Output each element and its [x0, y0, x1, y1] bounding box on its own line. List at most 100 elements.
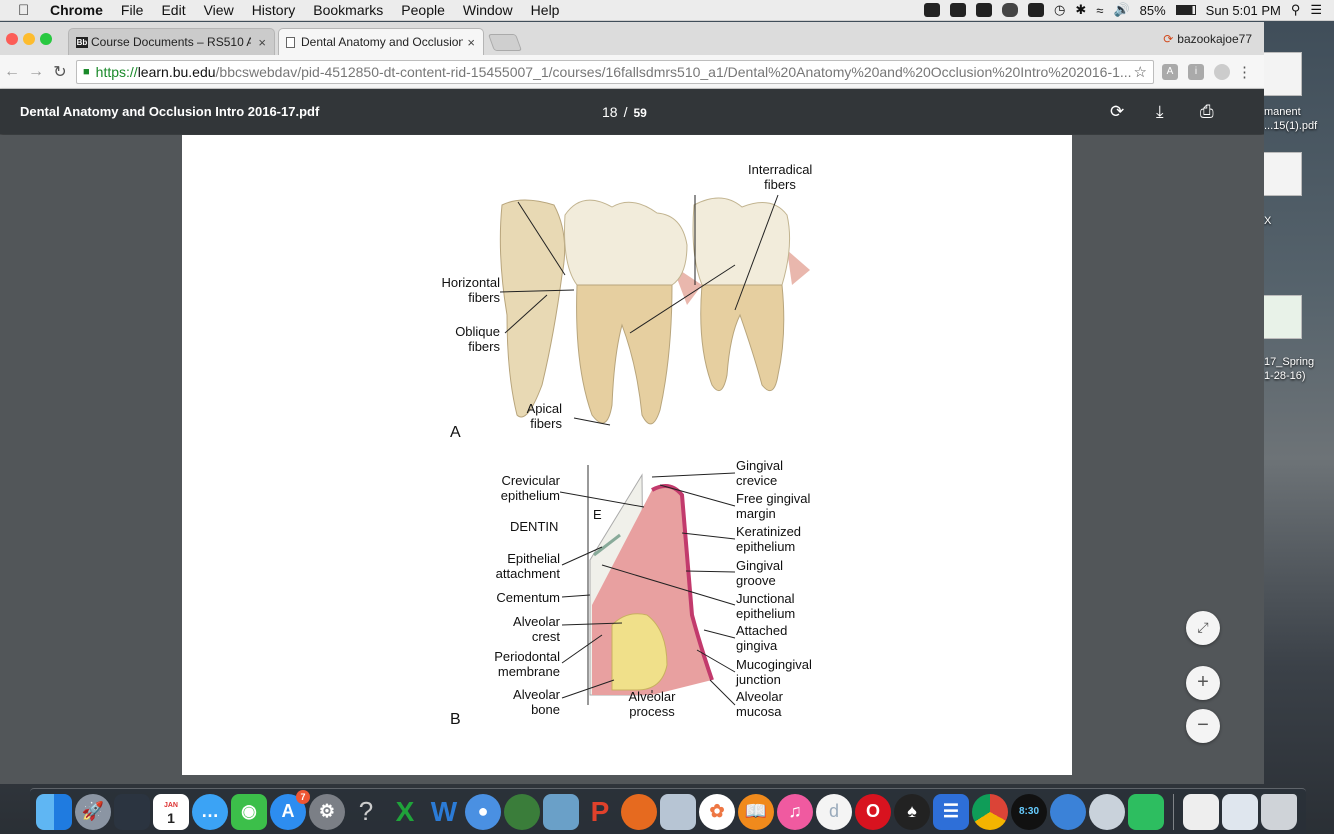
- zoom-out-button[interactable]: −: [1186, 709, 1220, 743]
- network-icon[interactable]: [504, 793, 540, 830]
- close-window-button[interactable]: [6, 33, 18, 45]
- close-tab-icon[interactable]: ×: [258, 35, 266, 50]
- image-capture-icon[interactable]: [660, 793, 696, 830]
- page-indicator: 18 / 59: [602, 104, 647, 120]
- clock-widget-icon[interactable]: 8:30: [1011, 793, 1047, 830]
- menu-file[interactable]: File: [121, 2, 144, 18]
- contacts-icon[interactable]: ●: [465, 793, 501, 830]
- new-tab-button[interactable]: [487, 34, 523, 51]
- pdf-page: Interradical fibers Horizontal fibers Ob…: [182, 135, 1072, 775]
- print-icon[interactable]: ⎙: [1200, 102, 1214, 122]
- notification-center-icon[interactable]: ☰: [1310, 2, 1322, 18]
- time-machine-icon[interactable]: ◷: [1054, 2, 1065, 18]
- chrome-icon[interactable]: [972, 793, 1008, 830]
- powerpoint-icon[interactable]: P: [582, 794, 618, 830]
- bluetooth-icon[interactable]: ✱: [1075, 2, 1086, 18]
- label-mucogingival-junction: Mucogingival junction: [736, 657, 812, 687]
- label-line: Alveolar: [736, 689, 783, 704]
- documents-stack-icon[interactable]: [1183, 793, 1219, 830]
- desktop-file-icon[interactable]: [1262, 52, 1302, 96]
- download-icon[interactable]: ⤓: [1156, 102, 1164, 122]
- profile-button[interactable]: ⟳ bazookajoe77: [1163, 32, 1252, 46]
- menu-app-name[interactable]: Chrome: [50, 2, 103, 18]
- extension-icon[interactable]: A: [1162, 64, 1178, 80]
- launchpad-icon[interactable]: 🚀: [75, 793, 111, 830]
- ibooks-icon[interactable]: 📖: [738, 793, 774, 830]
- evernote-status-icon[interactable]: [924, 3, 941, 17]
- preview-icon[interactable]: [543, 793, 579, 830]
- excel-icon[interactable]: X: [387, 794, 423, 830]
- close-tab-icon[interactable]: ×: [467, 35, 475, 50]
- label-apical-fibers: Apical fibers: [512, 401, 562, 431]
- fit-to-page-button[interactable]: ⤢: [1186, 611, 1220, 645]
- label-line: epithelium: [736, 606, 796, 621]
- itunes-icon[interactable]: ♫: [777, 793, 813, 830]
- help-icon[interactable]: ?: [348, 794, 384, 830]
- spotlight-icon[interactable]: ⚲: [1291, 2, 1301, 18]
- extension-icon[interactable]: i: [1188, 64, 1204, 80]
- photos-icon[interactable]: ✿: [699, 793, 735, 830]
- system-preferences-icon[interactable]: ⚙: [309, 793, 345, 830]
- calendar-icon[interactable]: JAN 1: [153, 793, 189, 830]
- dictionary-icon[interactable]: d: [816, 793, 852, 830]
- label-line: Free gingival: [736, 491, 811, 506]
- back-icon[interactable]: ←: [0, 63, 24, 81]
- mission-control-icon[interactable]: [114, 793, 150, 830]
- opera-icon[interactable]: O: [855, 793, 891, 830]
- label-keratinized-epithelium: Keratinized epithelium: [736, 524, 801, 554]
- desktop-spreadsheet-icon[interactable]: [1262, 295, 1302, 339]
- pdf-viewer[interactable]: Interradical fibers Horizontal fibers Ob…: [0, 135, 1264, 784]
- firefox-icon[interactable]: [621, 793, 657, 830]
- label-alveolar-mucosa: Alveolar mucosa: [736, 689, 783, 719]
- address-bar[interactable]: ■ https:// learn.bu.edu /bbcswebdav/pid-…: [76, 60, 1154, 84]
- downloads-stack-icon[interactable]: [1222, 793, 1258, 830]
- app-store-icon[interactable]: A 7: [270, 789, 310, 830]
- minimize-window-button[interactable]: [23, 33, 35, 45]
- trash-icon[interactable]: [1261, 793, 1297, 830]
- desktop-file-icon[interactable]: [1262, 152, 1302, 196]
- extension-download-icon[interactable]: [1214, 64, 1230, 80]
- label-line: process: [629, 704, 675, 719]
- label-epithelial-attachment: Epithelial attachment: [482, 551, 560, 581]
- evernote-icon[interactable]: [1128, 793, 1164, 830]
- menu-view[interactable]: View: [204, 2, 234, 18]
- tab-label: Dental Anatomy and Occlusion: [301, 35, 463, 49]
- menu-window[interactable]: Window: [463, 2, 513, 18]
- word-icon[interactable]: W: [426, 794, 462, 830]
- clock-widget-time: 8:30: [1018, 806, 1039, 817]
- menu-bookmarks[interactable]: Bookmarks: [313, 2, 383, 18]
- clock[interactable]: Sun 5:01 PM: [1206, 3, 1281, 18]
- messages-icon[interactable]: …: [192, 793, 228, 830]
- page-number-input[interactable]: 18: [602, 104, 618, 120]
- bookmark-star-icon[interactable]: ☆: [1133, 63, 1147, 81]
- camera-status-icon[interactable]: [976, 3, 993, 17]
- forward-icon[interactable]: →: [24, 63, 48, 81]
- paint-icon[interactable]: [1089, 793, 1125, 830]
- notification-status-icon[interactable]: [1028, 3, 1045, 17]
- app-status-icon[interactable]: [950, 3, 967, 17]
- finder-icon[interactable]: [36, 793, 72, 830]
- menu-history[interactable]: History: [252, 2, 296, 18]
- shield-status-icon[interactable]: [1002, 3, 1019, 17]
- chrome-menu-icon[interactable]: ⋮: [1237, 63, 1252, 81]
- menu-edit[interactable]: Edit: [161, 2, 185, 18]
- volume-icon[interactable]: 🔊: [1113, 2, 1129, 18]
- reload-icon[interactable]: ↻: [48, 62, 72, 82]
- battery-icon[interactable]: [1175, 5, 1196, 15]
- zoom-window-button[interactable]: [40, 33, 52, 45]
- rotate-icon[interactable]: ⟳: [1110, 102, 1124, 122]
- notes-list-icon[interactable]: ☰: [933, 793, 969, 830]
- apple-icon[interactable]: : [18, 2, 36, 19]
- tab-dental-anatomy[interactable]: Dental Anatomy and Occlusion ×: [278, 28, 484, 55]
- poker-icon[interactable]: ♠: [894, 793, 930, 830]
- menu-people[interactable]: People: [401, 2, 445, 18]
- tab-course-documents[interactable]: Bb Course Documents – RS510 A ×: [68, 28, 275, 55]
- facetime-icon[interactable]: ◉: [231, 793, 267, 830]
- page-separator: /: [623, 103, 628, 120]
- zoom-in-button[interactable]: +: [1186, 666, 1220, 700]
- menu-help[interactable]: Help: [531, 2, 560, 18]
- label-line: junction: [736, 672, 781, 687]
- safari-icon[interactable]: [1050, 793, 1086, 830]
- battery-percent[interactable]: 85%: [1140, 3, 1166, 18]
- wifi-icon[interactable]: ≈: [1096, 3, 1103, 18]
